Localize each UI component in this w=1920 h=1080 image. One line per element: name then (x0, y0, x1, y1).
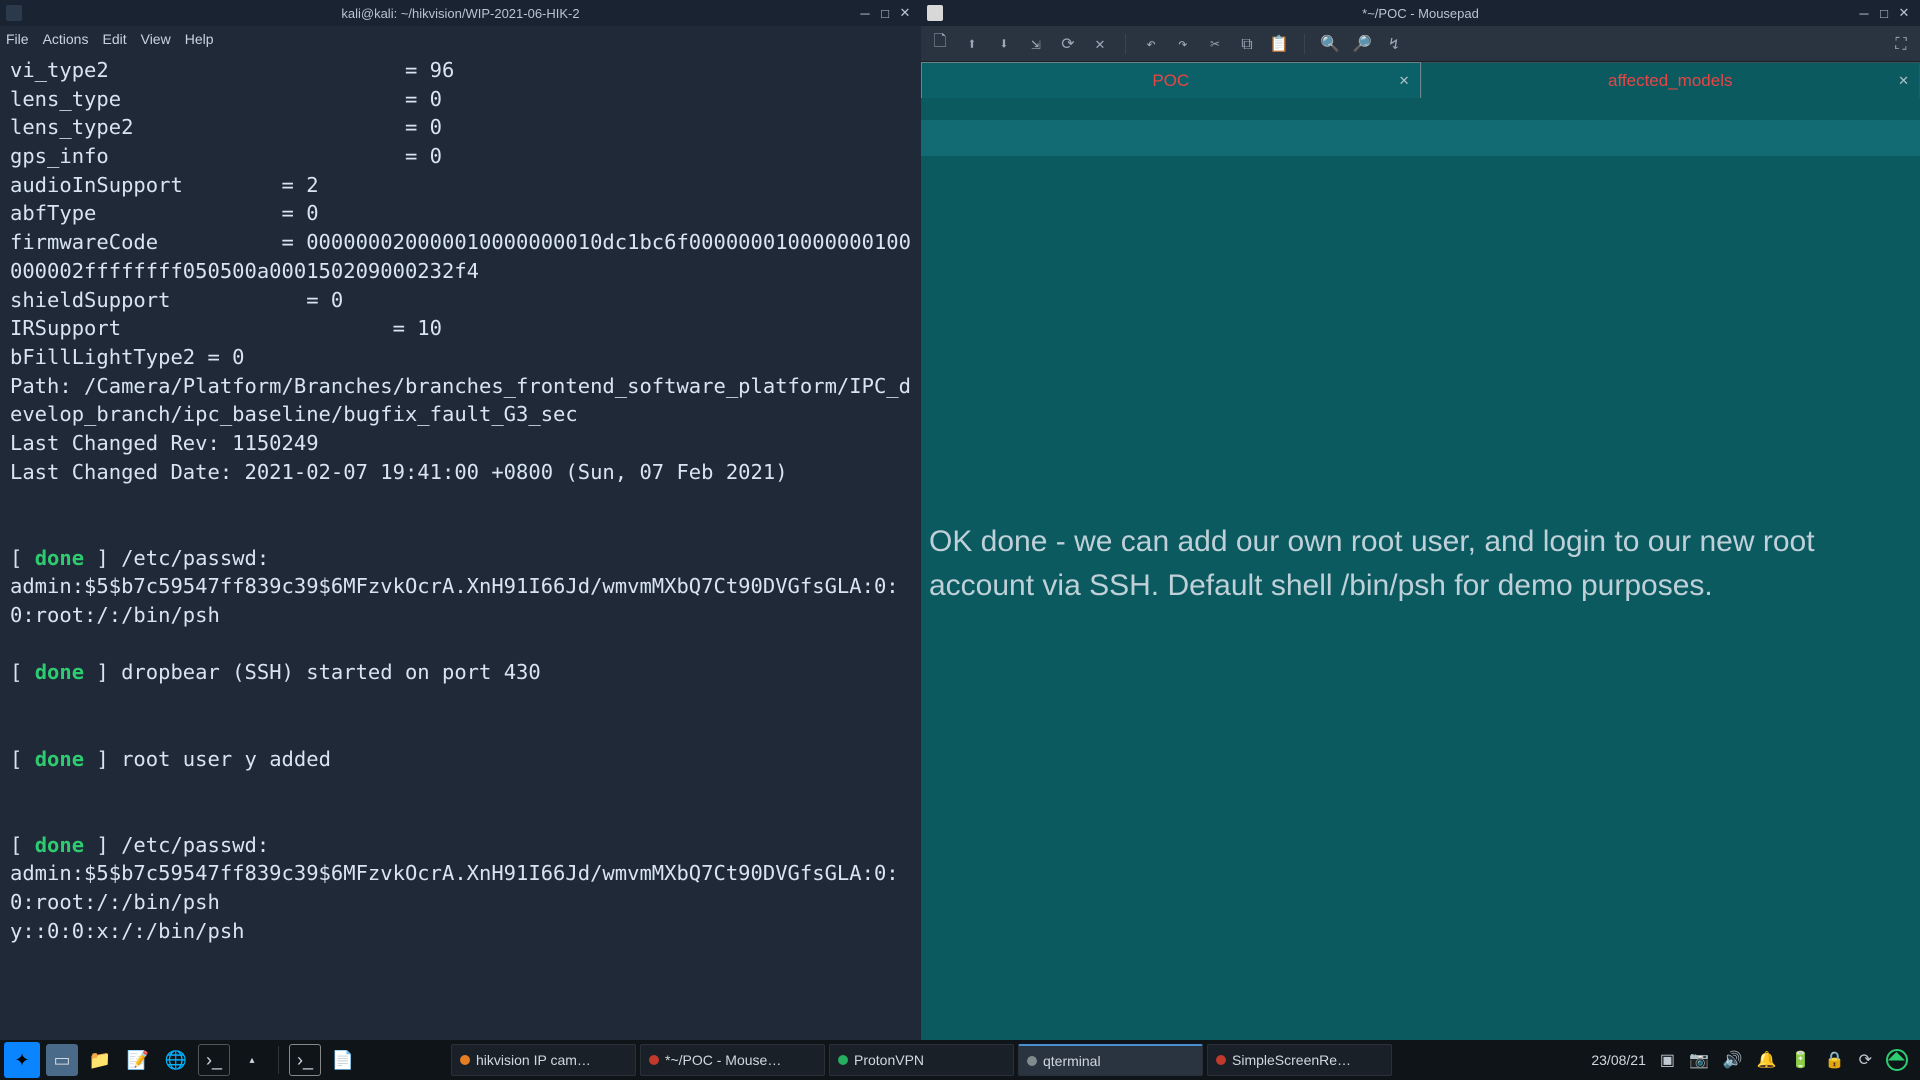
mousepad-window: *~/POC - Mousepad ─ □ ✕ 🗋 ⬆ ⬇ ⇲ ⟳ ✕ ↶ ↷ … (921, 0, 1920, 1040)
task-label: *~/POC - Mouse… (665, 1052, 781, 1068)
close-button[interactable]: ✕ (895, 3, 915, 23)
tab-poc[interactable]: POC ✕ (921, 62, 1421, 98)
fullscreen-icon[interactable]: ⛶ (1890, 33, 1912, 55)
terminal-title: kali@kali: ~/hikvision/WIP-2021-06-HIK-2 (341, 6, 579, 21)
separator (278, 1046, 279, 1074)
menu-actions[interactable]: Actions (43, 31, 89, 47)
show-desktop-icon[interactable]: ▭ (46, 1044, 78, 1076)
system-tray: 23/08/21 ▣ 📷 🔊 🔔 🔋 🔒 ⟳ ◤ (1591, 1049, 1916, 1071)
tab-label: affected_models (1608, 71, 1732, 91)
save-as-icon[interactable]: ⇲ (1025, 33, 1047, 55)
terminal-app-icon (6, 5, 22, 21)
task-app-icon (838, 1055, 848, 1065)
task-app-icon (649, 1055, 659, 1065)
goto-icon[interactable]: ↯ (1383, 33, 1405, 55)
separator (1304, 34, 1305, 54)
editor-icon[interactable]: 📝 (122, 1044, 154, 1076)
launcher-area: ✦ ▭ 📁 📝 🌐 ›_ ▴ ›_ 📄 (4, 1042, 359, 1078)
taskbar-task[interactable]: ProtonVPN (829, 1044, 1014, 1076)
terminal-output[interactable]: vi_type2 = 96 lens_type = 0 lens_type2 =… (0, 52, 921, 1040)
terminal-launcher-icon[interactable]: ›_ (198, 1044, 230, 1076)
tab-affected-models[interactable]: affected_models ✕ (1421, 62, 1920, 98)
cut-icon[interactable]: ✂ (1204, 33, 1226, 55)
mousepad-toolbar: 🗋 ⬆ ⬇ ⇲ ⟳ ✕ ↶ ↷ ✂ ⧉ 📋 🔍 🔎 ↯ ⛶ (921, 26, 1920, 62)
task-label: SimpleScreenRe… (1232, 1052, 1351, 1068)
camera-icon[interactable]: 📷 (1689, 1050, 1709, 1070)
copy-icon[interactable]: ⧉ (1236, 33, 1258, 55)
task-label: hikvision IP cam… (476, 1052, 591, 1068)
menu-help[interactable]: Help (185, 31, 214, 47)
revert-icon[interactable]: ⟳ (1057, 33, 1079, 55)
task-label: ProtonVPN (854, 1052, 924, 1068)
task-app-icon (1027, 1056, 1037, 1066)
refresh-icon[interactable]: ⟳ (1859, 1050, 1872, 1070)
taskbar-task[interactable]: SimpleScreenRe… (1207, 1044, 1392, 1076)
terminal-active-icon[interactable]: ›_ (289, 1044, 321, 1076)
text-editor-active-icon[interactable]: 📄 (327, 1044, 359, 1076)
terminal-window: kali@kali: ~/hikvision/WIP-2021-06-HIK-2… (0, 0, 921, 1040)
minimize-button[interactable]: ─ (1854, 3, 1874, 23)
maximize-button[interactable]: □ (1874, 3, 1894, 23)
menu-edit[interactable]: Edit (102, 31, 126, 47)
mousepad-titlebar[interactable]: *~/POC - Mousepad ─ □ ✕ (921, 0, 1920, 26)
taskbar-task[interactable]: hikvision IP cam… (451, 1044, 636, 1076)
terminal-menubar: File Actions Edit View Help (0, 26, 921, 52)
search-replace-icon[interactable]: 🔎 (1351, 33, 1373, 55)
close-file-icon[interactable]: ✕ (1089, 33, 1111, 55)
search-icon[interactable]: 🔍 (1319, 33, 1341, 55)
tab-label: POC (1152, 71, 1189, 91)
battery-icon[interactable]: 🔋 (1791, 1050, 1811, 1070)
notifications-icon[interactable]: 🔔 (1757, 1050, 1777, 1070)
chevron-up-icon[interactable]: ▴ (236, 1044, 268, 1076)
kali-menu-icon[interactable]: ✦ (4, 1042, 40, 1078)
task-app-icon (1216, 1055, 1226, 1065)
editor-text: OK done - we can add our own root user, … (929, 520, 1912, 607)
editor-area[interactable]: OK done - we can add our own root user, … (921, 98, 1920, 1040)
separator (1125, 34, 1126, 54)
undo-icon[interactable]: ↶ (1140, 33, 1162, 55)
task-label: qterminal (1043, 1053, 1101, 1069)
maximize-button[interactable]: □ (875, 3, 895, 23)
volume-icon[interactable]: 🔊 (1723, 1050, 1743, 1070)
menu-view[interactable]: View (141, 31, 171, 47)
redo-icon[interactable]: ↷ (1172, 33, 1194, 55)
paste-icon[interactable]: 📋 (1268, 33, 1290, 55)
taskbar-task[interactable]: qterminal (1018, 1044, 1203, 1076)
mousepad-title: *~/POC - Mousepad (1362, 6, 1479, 21)
taskbar-date[interactable]: 23/08/21 (1591, 1052, 1646, 1068)
save-file-icon[interactable]: ⬇ (993, 33, 1015, 55)
task-list: hikvision IP cam… *~/POC - Mouse… ProtonVP… (449, 1044, 1394, 1076)
taskbar-task[interactable]: *~/POC - Mouse… (640, 1044, 825, 1076)
close-button[interactable]: ✕ (1894, 3, 1914, 23)
taskbar: ✦ ▭ 📁 📝 🌐 ›_ ▴ ›_ 📄 hikvision IP cam… *~/… (0, 1040, 1920, 1080)
lock-icon[interactable]: 🔒 (1825, 1050, 1845, 1070)
minimize-button[interactable]: ─ (855, 3, 875, 23)
power-icon[interactable]: ◤ (1881, 1044, 1912, 1075)
terminal-titlebar[interactable]: kali@kali: ~/hikvision/WIP-2021-06-HIK-2… (0, 0, 921, 26)
mousepad-tabs: POC ✕ affected_models ✕ (921, 62, 1920, 98)
display-icon[interactable]: ▣ (1660, 1050, 1675, 1070)
new-file-icon[interactable]: 🗋 (929, 33, 951, 55)
browser-icon[interactable]: 🌐 (160, 1044, 192, 1076)
tab-close-icon[interactable]: ✕ (1898, 73, 1909, 89)
mousepad-app-icon (927, 5, 943, 21)
files-icon[interactable]: 📁 (84, 1044, 116, 1076)
task-app-icon (460, 1055, 470, 1065)
open-file-icon[interactable]: ⬆ (961, 33, 983, 55)
current-line-highlight (921, 120, 1920, 156)
tab-close-icon[interactable]: ✕ (1399, 73, 1410, 89)
menu-file[interactable]: File (6, 31, 29, 47)
